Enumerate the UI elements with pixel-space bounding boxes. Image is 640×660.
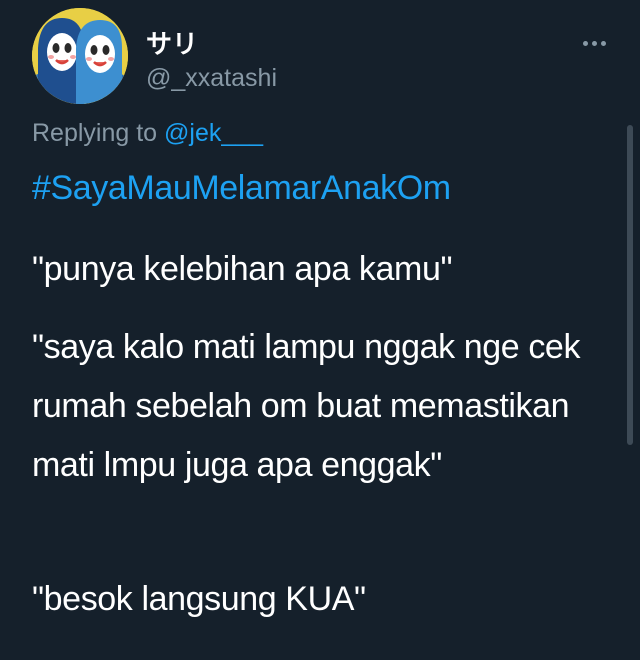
scrollbar[interactable]	[627, 125, 633, 445]
tweet: サリ @_xxatashi Replying to @jek___ #SayaM…	[0, 0, 640, 660]
tweet-text-paragraph: "punya kelebihan apa kamu"	[32, 250, 453, 288]
hashtag-link[interactable]: #SayaMauMelamarAnakOm	[32, 169, 451, 208]
author-handle[interactable]: @_xxatashi	[146, 64, 277, 93]
replying-to-label: Replying to	[32, 119, 158, 147]
author-display-name[interactable]: サリ	[146, 24, 198, 61]
more-horizontal-icon	[581, 33, 608, 51]
tweet-header: サリ @_xxatashi	[32, 8, 612, 104]
avatar-illustration	[32, 8, 128, 104]
tweet-text-paragraph: "saya kalo mati lampu nggak nge cek ruma…	[32, 328, 581, 484]
more-options-button[interactable]	[572, 30, 616, 54]
avatar[interactable]	[32, 8, 128, 104]
tweet-text-paragraph: "besok langsung KUA"	[32, 580, 366, 618]
reply-mention-link[interactable]: @jek___	[164, 119, 263, 147]
replying-to: Replying to @jek___	[32, 119, 263, 148]
